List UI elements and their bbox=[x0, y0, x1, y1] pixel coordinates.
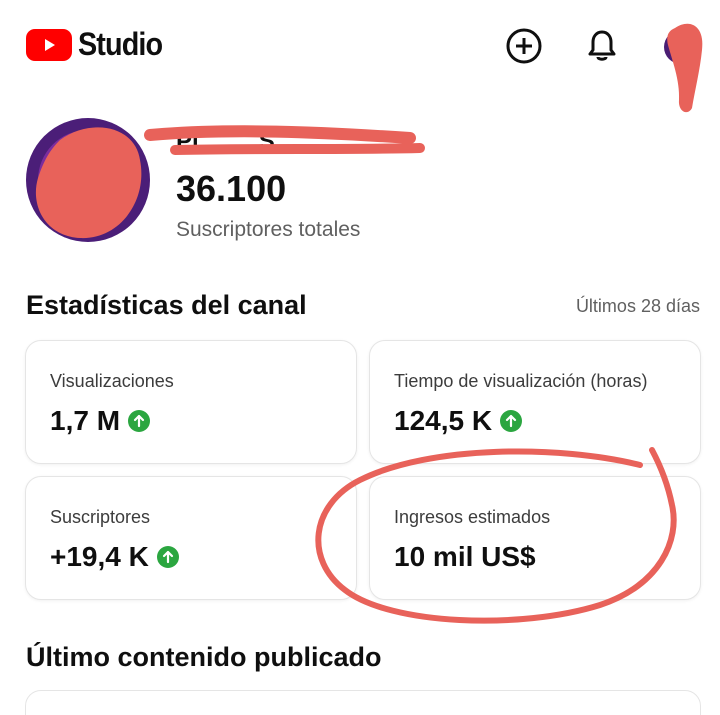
latest-content-card[interactable] bbox=[25, 690, 701, 715]
subscriber-label: Suscriptores totales bbox=[176, 218, 361, 241]
latest-content-heading: Último contenido publicado bbox=[26, 642, 382, 672]
stat-label: Tiempo de visualización (horas) bbox=[394, 371, 648, 391]
channel-name[interactable]: Pl____ S____ bbox=[176, 128, 328, 156]
app-header: Studio bbox=[0, 0, 720, 96]
stat-label: Visualizaciones bbox=[50, 371, 174, 391]
stat-label: Suscriptores bbox=[50, 507, 151, 527]
create-button[interactable] bbox=[504, 26, 544, 66]
create-icon bbox=[506, 28, 542, 64]
channel-avatar[interactable] bbox=[26, 118, 150, 242]
stat-value: 1,7 M bbox=[50, 405, 151, 437]
studio-logo[interactable]: Studio bbox=[26, 26, 172, 63]
stat-value: +19,4 K bbox=[50, 541, 179, 573]
stat-card-revenue[interactable]: Ingresos estimados 10 mil US$ bbox=[369, 476, 701, 600]
stat-label: Ingresos estimados bbox=[394, 507, 551, 527]
stat-card-views[interactable]: Visualizaciones 1,7 M bbox=[25, 340, 357, 464]
subscriber-count: 36.100 bbox=[176, 168, 287, 209]
youtube-logo-icon bbox=[26, 28, 72, 61]
stat-value: 124,5 K bbox=[394, 405, 523, 437]
trend-up-icon bbox=[128, 410, 151, 432]
stat-card-watch-time[interactable]: Tiempo de visualización (horas) 124,5 K bbox=[369, 340, 701, 464]
stat-value: 10 mil US$ bbox=[394, 541, 536, 572]
bell-icon bbox=[588, 30, 616, 61]
notifications-button[interactable] bbox=[582, 26, 622, 66]
account-avatar[interactable] bbox=[664, 30, 698, 64]
app-name: Studio bbox=[78, 26, 163, 62]
channel-summary: Pl____ S____ 36.100 Suscriptores totales bbox=[0, 110, 720, 250]
trend-up-icon bbox=[500, 410, 523, 432]
trend-up-icon bbox=[156, 546, 179, 568]
stat-card-subscribers[interactable]: Suscriptores +19,4 K bbox=[25, 476, 357, 600]
date-range-label: Últimos 28 días bbox=[575, 296, 700, 316]
stats-heading: Estadísticas del canal bbox=[26, 290, 307, 320]
